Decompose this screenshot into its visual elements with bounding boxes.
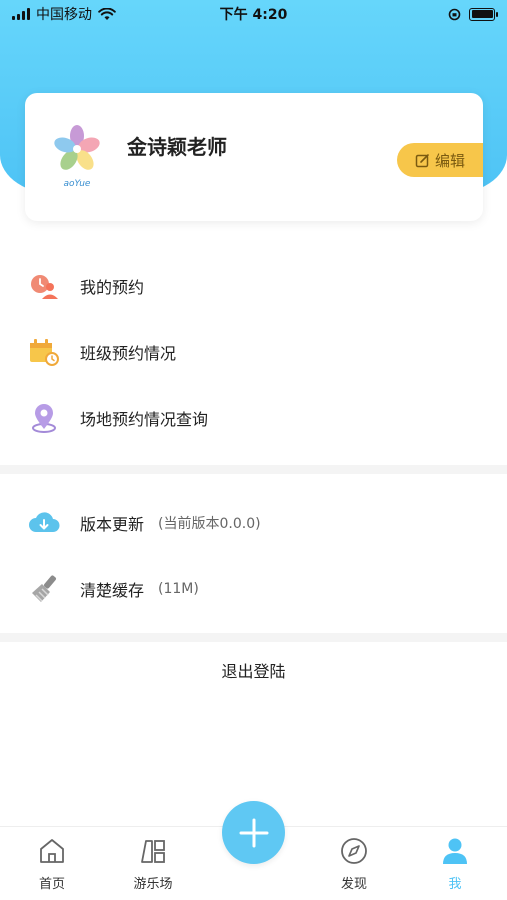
wifi-icon <box>98 7 116 20</box>
carrier-label: 中国移动 <box>36 7 92 23</box>
home-icon <box>40 839 64 863</box>
tab-label-playground: 游乐场 <box>133 877 173 892</box>
menu-item-clear-cache[interactable]: 清楚缓存 (11M) <box>0 556 507 622</box>
signal-icon <box>12 8 30 20</box>
playground-icon <box>141 840 165 863</box>
plus-icon <box>239 818 268 847</box>
edit-label: 编辑 <box>434 151 465 170</box>
menu-primary: 我的预约 班级预约情况 场地预约情况查询 <box>0 253 507 451</box>
tab-label-home: 首页 <box>38 877 65 892</box>
edit-button[interactable]: 编辑 <box>397 143 483 177</box>
edit-icon <box>415 153 429 167</box>
menu-item-venue-query[interactable]: 场地预约情况查询 <box>0 385 507 451</box>
tab-home[interactable]: 首页 <box>12 827 92 900</box>
menu-label-class-appointment: 班级预约情况 <box>80 344 177 363</box>
menu-item-version-update[interactable]: 版本更新 (当前版本0.0.0) <box>0 490 507 556</box>
teacher-name: 金诗颖老师 <box>127 135 227 159</box>
cloud-download-icon <box>29 512 60 532</box>
tab-label-me: 我 <box>448 877 462 892</box>
logout-button[interactable]: 退出登陆 <box>0 642 507 698</box>
profile-card: aoYue 金诗颖老师 编辑 <box>25 93 483 221</box>
current-version-text: (当前版本0.0.0) <box>158 516 261 532</box>
tab-playground[interactable]: 游乐场 <box>113 827 193 900</box>
section-divider-2 <box>0 633 507 642</box>
menu-secondary: 版本更新 (当前版本0.0.0) 清楚缓存 (11M) <box>0 490 507 622</box>
menu-label-version-update: 版本更新 <box>80 515 145 534</box>
broom-icon <box>32 575 56 602</box>
class-appointment-icon <box>30 339 59 366</box>
logo-text: aoYue <box>64 179 91 189</box>
status-bar: 中国移动 下午 4:20 <box>0 0 507 28</box>
menu-item-class-appointment[interactable]: 班级预约情况 <box>0 319 507 385</box>
tab-label-discover: 发现 <box>340 877 367 892</box>
my-appointment-icon <box>31 275 58 299</box>
rotation-lock-icon <box>448 8 461 20</box>
compass-icon <box>341 838 367 864</box>
add-button[interactable] <box>222 801 285 864</box>
status-right <box>448 7 498 21</box>
battery-icon <box>469 7 498 21</box>
menu-item-my-appointment[interactable]: 我的预约 <box>0 253 507 319</box>
venue-location-icon <box>32 404 56 433</box>
person-icon <box>443 838 467 864</box>
cache-size-text: (11M) <box>158 581 199 597</box>
school-logo: aoYue <box>54 125 100 189</box>
tab-discover[interactable]: 发现 <box>314 827 394 900</box>
menu-label-clear-cache: 清楚缓存 <box>80 581 145 600</box>
menu-label-venue-query: 场地预约情况查询 <box>80 410 209 429</box>
status-time: 下午 4:20 <box>219 7 288 23</box>
section-divider <box>0 465 507 474</box>
status-left: 中国移动 <box>12 4 116 24</box>
menu-label-my-appointment: 我的预约 <box>80 278 145 297</box>
tab-me[interactable]: 我 <box>415 827 495 900</box>
